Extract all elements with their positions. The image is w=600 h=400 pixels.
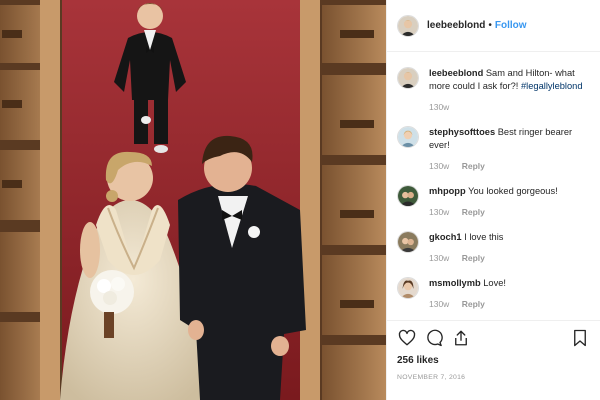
comment-message: You looked gorgeous!: [468, 186, 558, 196]
post-sidebar: leebeeblond • Follow leebeeblond Sam and…: [386, 0, 600, 400]
commenter-avatar[interactable]: [397, 126, 419, 148]
share-icon[interactable]: [451, 328, 471, 348]
comment-meta: 130w Reply: [429, 299, 592, 309]
comment-item: stephysofttoes Best ringer bearer ever! …: [397, 126, 592, 171]
comment-text: leebeeblond Sam and Hilton- what more co…: [429, 67, 592, 93]
comment-time: 130w: [429, 102, 450, 112]
comment-item: msmollymb Love! 130w Reply: [397, 277, 592, 309]
commenter-avatar[interactable]: [397, 231, 419, 253]
action-bar: [397, 321, 590, 355]
post-footer: 256 likes NOVEMBER 7, 2016: [387, 320, 600, 400]
comment-username[interactable]: stephysofttoes: [429, 127, 495, 137]
comment-username[interactable]: gkoch1: [429, 232, 462, 242]
post-date: NOVEMBER 7, 2016: [397, 374, 466, 381]
comment-meta: 130w Reply: [429, 161, 592, 171]
comment-time: 130w: [429, 207, 450, 217]
comment-icon[interactable]: [424, 328, 444, 348]
comment-time: 130w: [429, 161, 450, 171]
comment-meta: 130w Reply: [429, 253, 592, 263]
post-photo[interactable]: [0, 0, 386, 400]
post-header: leebeeblond • Follow: [387, 0, 600, 52]
comment-text: msmollymb Love!: [429, 277, 592, 290]
commenter-avatar[interactable]: [397, 277, 419, 299]
comment-message: I love this: [464, 232, 504, 242]
comment-text: stephysofttoes Best ringer bearer ever!: [429, 126, 592, 152]
reply-button[interactable]: Reply: [462, 299, 485, 309]
left-pews: [0, 0, 62, 400]
bookmark-icon[interactable]: [570, 328, 590, 348]
header-separator: •: [488, 20, 492, 31]
reply-button[interactable]: Reply: [462, 161, 485, 171]
comment-username[interactable]: msmollymb: [429, 278, 481, 288]
comment-item: gkoch1 I love this 130w Reply: [397, 231, 592, 263]
comment-time: 130w: [429, 253, 450, 263]
reply-button[interactable]: Reply: [462, 253, 485, 263]
comment-item: mhpopp You looked gorgeous! 130w Reply: [397, 185, 592, 217]
comment-username[interactable]: leebeeblond: [429, 68, 483, 78]
reply-button[interactable]: Reply: [462, 207, 485, 217]
follow-button[interactable]: Follow: [495, 20, 527, 31]
comment-time: 130w: [429, 299, 450, 309]
commenter-avatar[interactable]: [397, 67, 419, 89]
right-pews: [300, 0, 386, 400]
author-avatar[interactable]: [397, 14, 419, 37]
comment-text: mhpopp You looked gorgeous!: [429, 185, 592, 198]
comments-list[interactable]: leebeeblond Sam and Hilton- what more co…: [387, 53, 600, 319]
hashtag-link[interactable]: #legallyleblond: [521, 81, 583, 91]
comment-text: gkoch1 I love this: [429, 231, 592, 244]
comment-meta: 130w: [429, 102, 592, 112]
wedding-aisle-photo: [0, 0, 386, 400]
comment-meta: 130w Reply: [429, 207, 592, 217]
comment-username[interactable]: mhpopp: [429, 186, 466, 196]
heart-icon[interactable]: [397, 328, 417, 348]
author-username[interactable]: leebeeblond: [427, 20, 485, 31]
comment-message: Love!: [483, 278, 507, 288]
likes-count[interactable]: 256 likes: [397, 355, 590, 366]
comment-item: leebeeblond Sam and Hilton- what more co…: [397, 67, 592, 112]
commenter-avatar[interactable]: [397, 185, 419, 207]
